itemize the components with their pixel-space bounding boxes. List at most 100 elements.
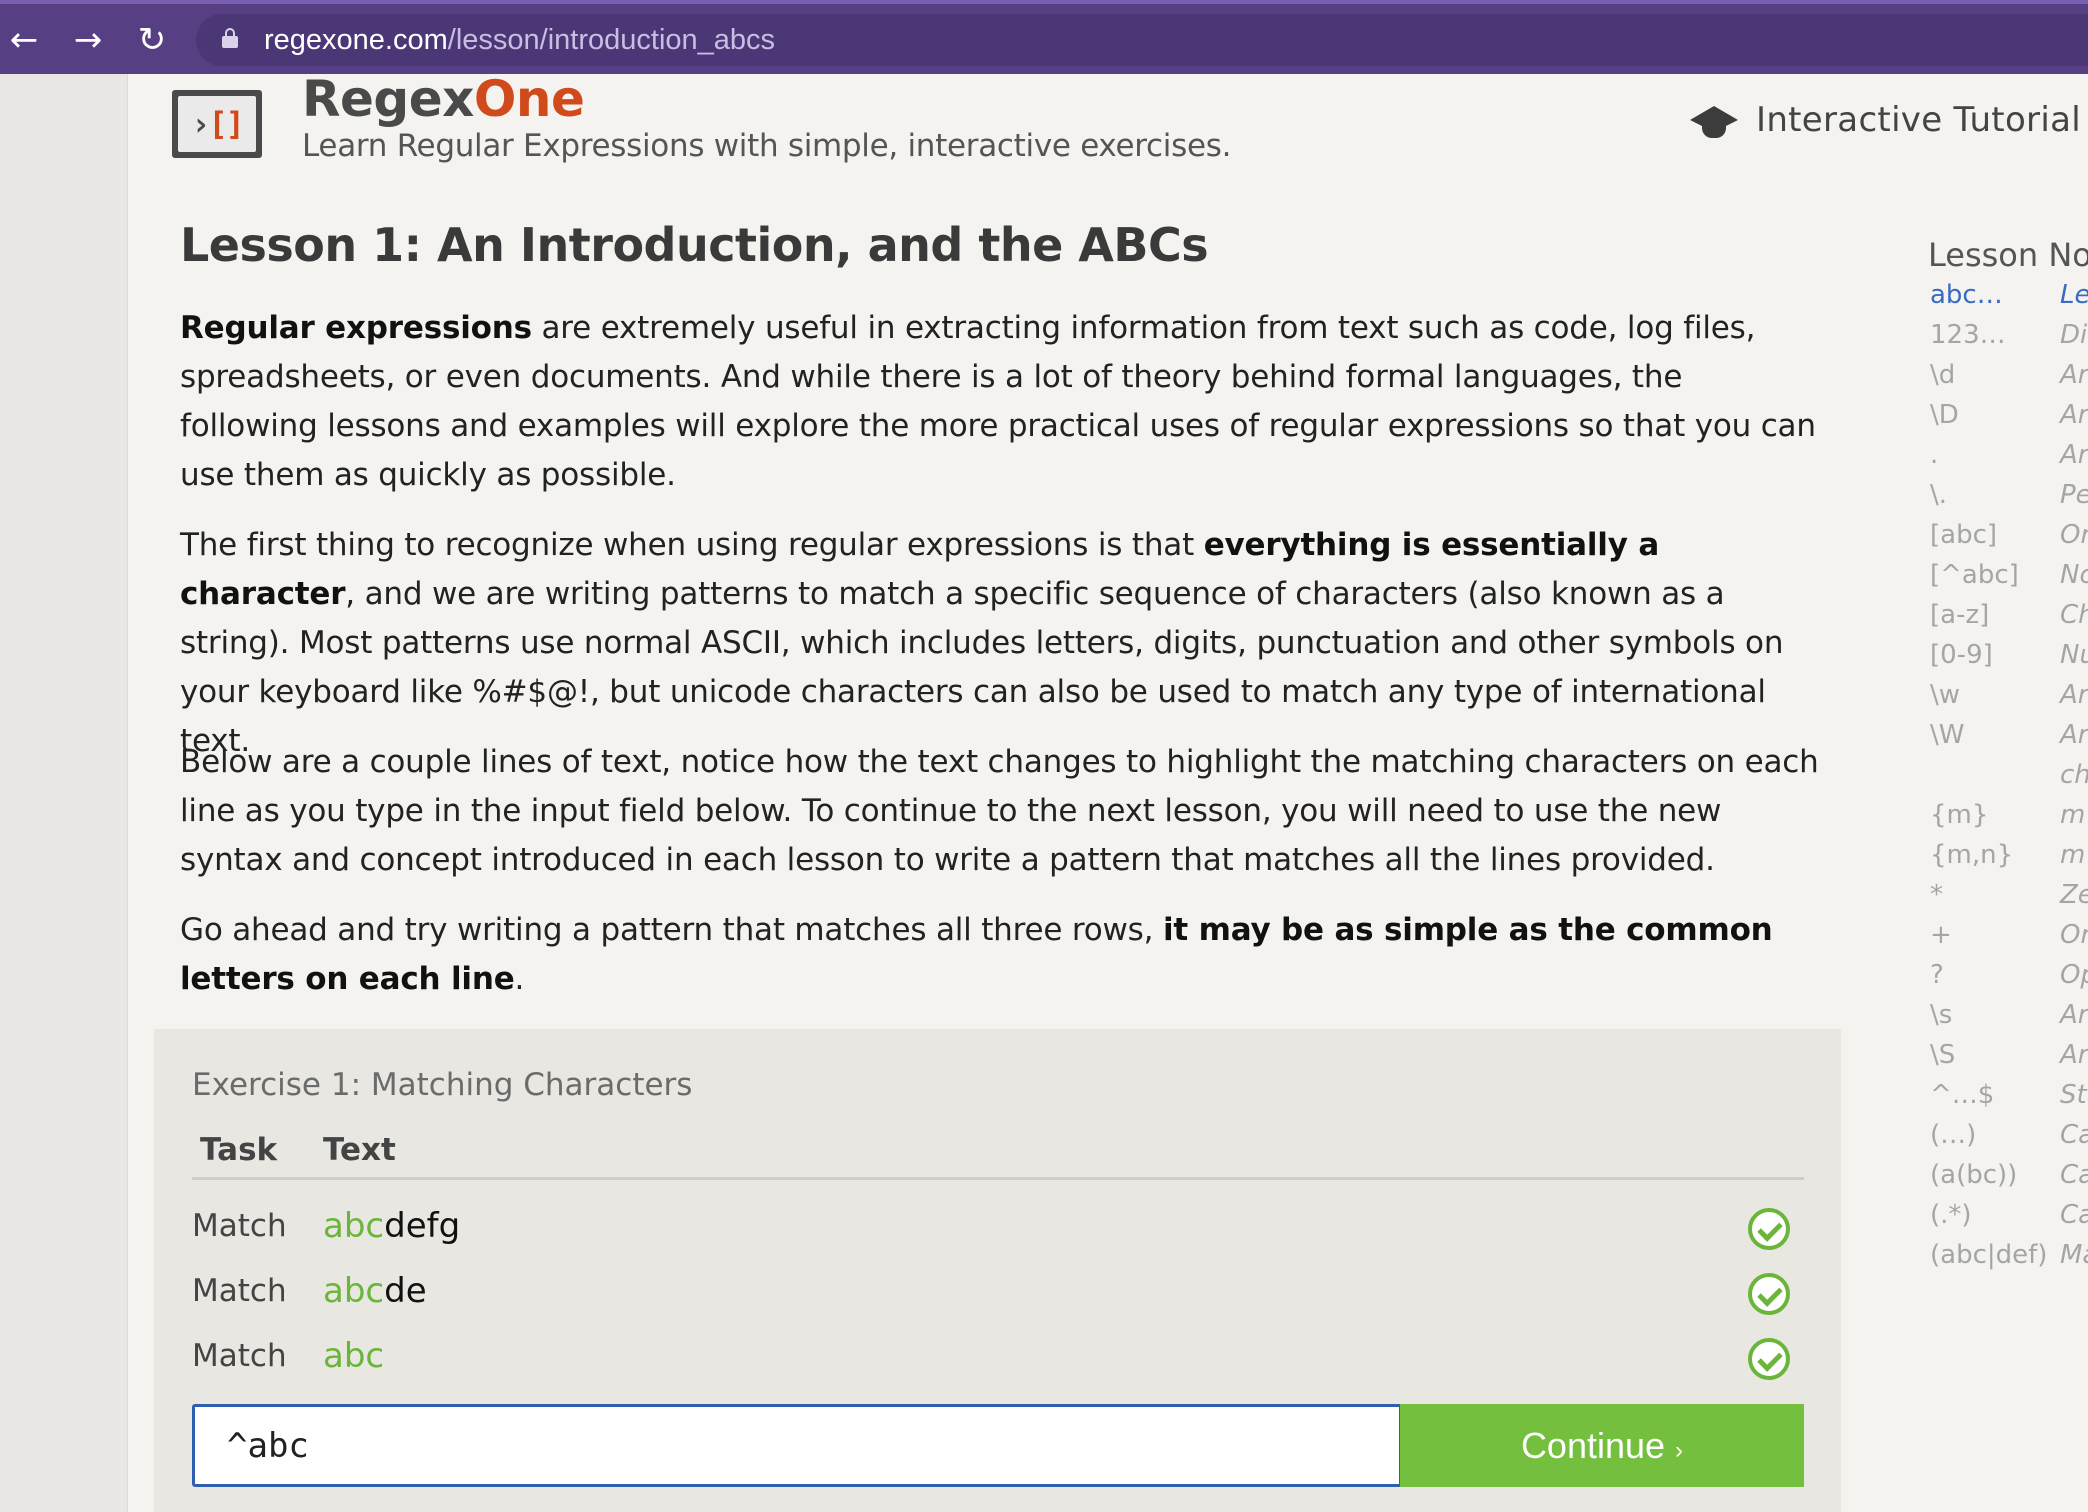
unmatched-text: de <box>384 1271 427 1311</box>
lesson-note-description: Any Non-alphanumeric <box>2060 720 2088 750</box>
lesson-note-item[interactable]: [0-9] Numbers 0 to 9 <box>1930 640 2088 680</box>
reload-icon[interactable]: ↻ <box>130 18 174 62</box>
lesson-note-symbol: * <box>1930 880 1943 910</box>
lesson-note-description: Any Non-digit character <box>2060 400 2088 430</box>
lesson-note-description: Any Whitespace <box>2060 1000 2088 1030</box>
lesson-note-item[interactable]: \. Period <box>1930 480 2088 520</box>
intro-paragraph-4: Go ahead and try writing a pattern that … <box>180 906 1820 1004</box>
unmatched-text: defg <box>384 1206 461 1246</box>
lesson-note-item[interactable]: \d Any Digit <box>1930 360 2088 400</box>
matched-text: abc <box>323 1271 385 1311</box>
back-arrow-icon[interactable]: ← <box>2 18 46 62</box>
regexone-logo[interactable]: ›[] <box>172 90 262 158</box>
lesson-note-item[interactable]: (a(bc)) Capture Sub-group <box>1930 1160 2088 1200</box>
row-text: abcdefg <box>323 1206 460 1246</box>
lesson-note-description: Any Alphanumeric character <box>2060 680 2088 710</box>
lesson-note-item[interactable]: [abc] Only a, b, or c <box>1930 520 2088 560</box>
lesson-note-symbol: ^…$ <box>1930 1080 1995 1110</box>
lesson-note-symbol: \w <box>1930 680 1961 710</box>
lesson-note-item[interactable]: (…) Capture Group <box>1930 1120 2088 1160</box>
lesson-note-symbol: {m,n} <box>1930 840 2014 870</box>
page-title: Lesson 1: An Introduction, and the ABCs <box>180 218 1209 272</box>
lesson-note-item[interactable]: \W Any Non-alphanumeric <box>1930 720 2088 760</box>
exercise-title: Exercise 1: Matching Characters <box>192 1067 693 1103</box>
lesson-note-description: Any Non-whitespace character <box>2060 1040 2088 1070</box>
lesson-note-description: Not a, b, nor c <box>2060 560 2088 590</box>
intro-paragraph-1: Regular expressions are extremely useful… <box>180 304 1820 500</box>
lesson-note-description: Capture Sub-group <box>2060 1160 2088 1190</box>
lesson-note-symbol: \S <box>1930 1040 1956 1070</box>
lesson-note-description: Any Digit <box>2060 360 2088 390</box>
tagline: Learn Regular Expressions with simple, i… <box>302 128 1232 164</box>
lesson-note-symbol: [0-9] <box>1930 640 1993 670</box>
lesson-note-description: Letters <box>2060 280 2088 310</box>
lesson-note-item[interactable]: \s Any Whitespace <box>1930 1000 2088 1040</box>
p4-text-start: Go ahead and try writing a pattern that … <box>180 912 1163 948</box>
lesson-note-item[interactable]: character <box>1930 760 2088 800</box>
intro-paragraph-3: Below are a couple lines of text, notice… <box>180 744 1819 878</box>
lesson-note-item[interactable]: ^…$ Starts and ends <box>1930 1080 2088 1120</box>
regex-input[interactable] <box>192 1404 1402 1487</box>
lesson-note-description: Optional character <box>2060 960 2088 990</box>
lesson-note-item[interactable]: (.*) Capture all <box>1930 1200 2088 1240</box>
lesson-note-item[interactable]: * Zero or more repetitions <box>1930 880 2088 920</box>
lesson-note-description: Numbers 0 to 9 <box>2060 640 2088 670</box>
lesson-note-item[interactable]: [^abc] Not a, b, nor c <box>1930 560 2088 600</box>
lesson-note-item[interactable]: + One or more repetitions <box>1930 920 2088 960</box>
lesson-note-symbol: \D <box>1930 400 1959 430</box>
url-text[interactable]: regexone.com/lesson/introduction_abcs <box>264 24 775 57</box>
lesson-note-item[interactable]: . Any Character <box>1930 440 2088 480</box>
lesson-notes-title: Lesson Notes <box>1928 236 2088 274</box>
lock-icon[interactable] <box>222 28 238 48</box>
interactive-tutorial-link[interactable]: Interactive Tutorial <box>1690 98 2081 142</box>
url-host: regexone.com <box>264 24 448 56</box>
task-label: Match <box>192 1338 287 1374</box>
matched-text: abc <box>323 1206 385 1246</box>
lesson-note-item[interactable]: (abc|def) Matches abc or def <box>1930 1240 2088 1280</box>
lesson-note-description: Digits <box>2060 320 2088 350</box>
p1-bold: Regular expressions <box>180 310 532 346</box>
brand-name[interactable]: RegexOne <box>302 70 585 128</box>
lesson-note-item[interactable]: \D Any Non-digit character <box>1930 400 2088 440</box>
lesson-note-description: Characters a to z <box>2060 600 2088 630</box>
intro-paragraph-2: The first thing to recognize when using … <box>180 521 1820 766</box>
check-circle-icon <box>1748 1273 1790 1315</box>
column-header-text: Text <box>323 1132 396 1168</box>
lesson-note-symbol: \s <box>1930 1000 1953 1030</box>
lesson-note-item[interactable]: \S Any Non-whitespace character <box>1930 1040 2088 1080</box>
task-label: Match <box>192 1208 287 1244</box>
lesson-note-item[interactable]: {m,n} m to n Repetitions <box>1930 840 2088 880</box>
lesson-note-item[interactable]: {m} m Repetitions <box>1930 800 2088 840</box>
tutorial-label: Interactive Tutorial <box>1756 100 2081 140</box>
lesson-note-description: m Repetitions <box>2060 800 2088 830</box>
graduation-cap-icon <box>1690 100 1738 140</box>
lesson-note-item[interactable]: abc… Letters <box>1930 280 2088 320</box>
lesson-note-item[interactable]: 123… Digits <box>1930 320 2088 360</box>
continue-button[interactable]: Continue › <box>1400 1404 1804 1487</box>
logo-bracket-icon: [] <box>208 105 245 143</box>
lesson-note-symbol: abc… <box>1930 280 2003 310</box>
lesson-note-symbol: [abc] <box>1930 520 1998 550</box>
lesson-note-symbol: [a-z] <box>1930 600 1990 630</box>
lesson-note-description: m to n Repetitions <box>2060 840 2088 870</box>
lesson-note-item[interactable]: \w Any Alphanumeric character <box>1930 680 2088 720</box>
lesson-note-description: Capture all <box>2060 1200 2088 1230</box>
lesson-note-symbol: (a(bc)) <box>1930 1160 2018 1190</box>
address-bar[interactable]: regexone.com/lesson/introduction_abcs <box>196 14 2088 66</box>
column-header-task: Task <box>200 1132 278 1168</box>
forward-arrow-icon[interactable]: → <box>66 18 110 62</box>
chevron-right-icon: › <box>1675 1437 1684 1464</box>
lesson-note-symbol: \d <box>1930 360 1956 390</box>
lesson-note-symbol: ? <box>1930 960 1944 990</box>
matched-text: abc <box>323 1336 385 1376</box>
lesson-note-symbol: \W <box>1930 720 1965 750</box>
continue-label: Continue <box>1520 1425 1666 1466</box>
header-divider <box>192 1177 1804 1180</box>
lesson-note-item[interactable]: ? Optional character <box>1930 960 2088 1000</box>
p4-text-end: . <box>514 961 525 997</box>
lesson-note-description: Matches abc or def <box>2060 1240 2088 1270</box>
logo-glyph: ›[] <box>178 96 256 152</box>
lesson-note-description: One or more repetitions <box>2060 920 2088 950</box>
lesson-note-symbol: 123… <box>1930 320 2006 350</box>
lesson-note-item[interactable]: [a-z] Characters a to z <box>1930 600 2088 640</box>
